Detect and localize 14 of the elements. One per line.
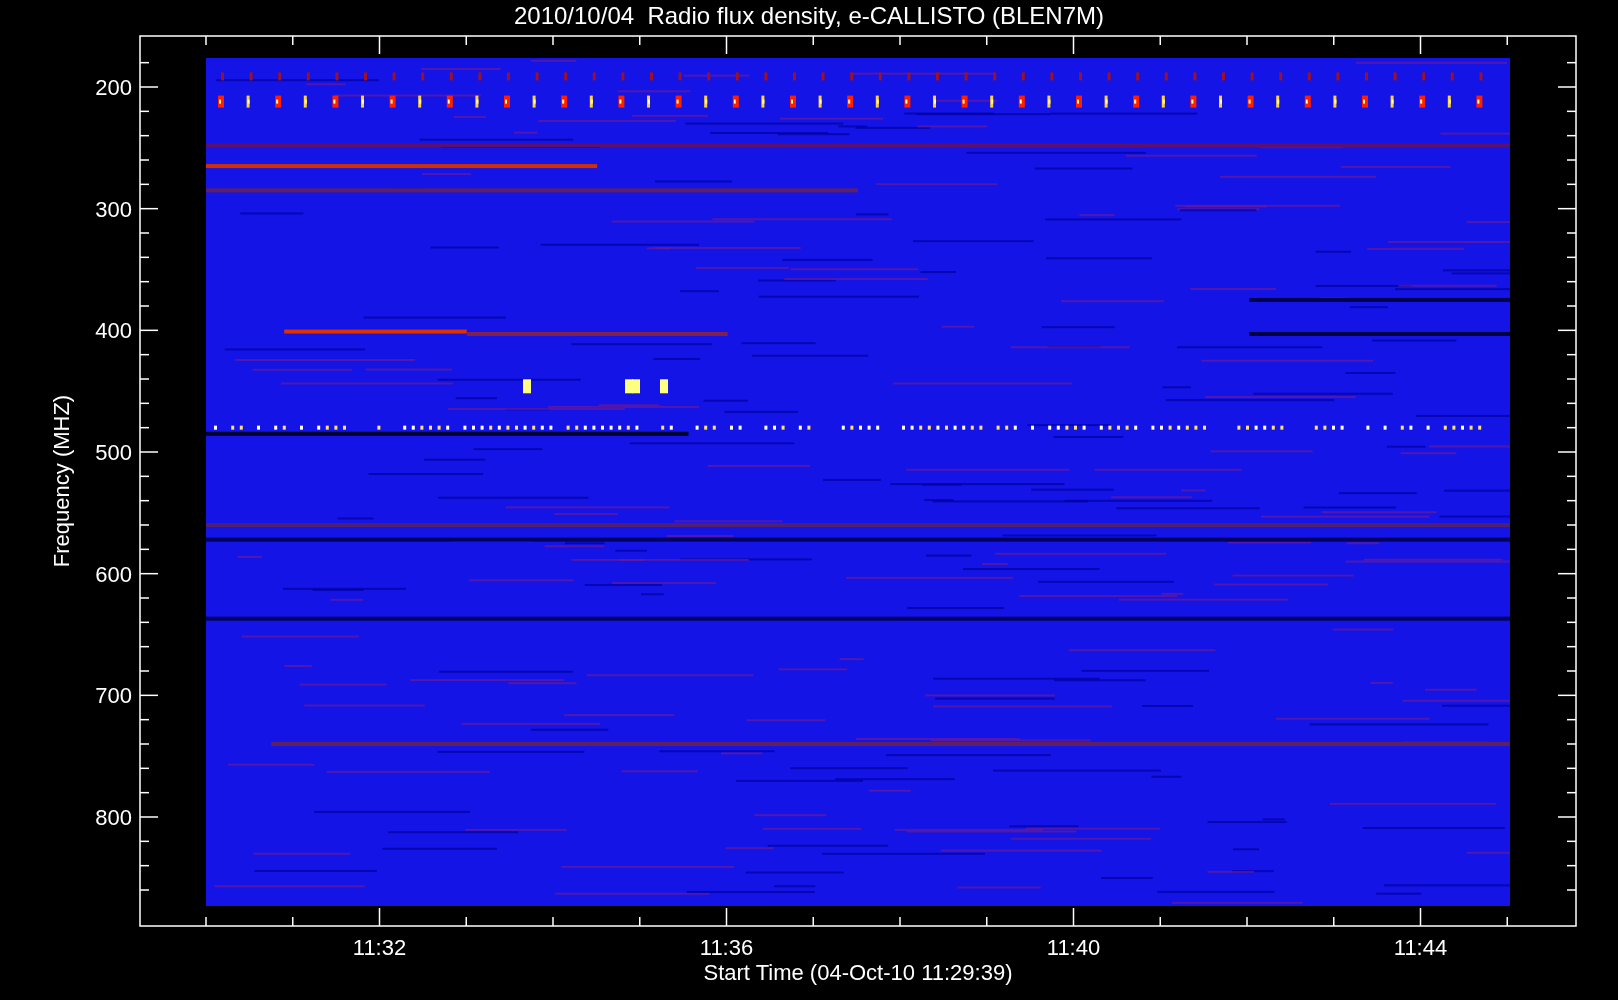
x-axis-label: Start Time (04-Oct-10 11:29:39) <box>703 960 1013 985</box>
x-tick-label: 11:44 <box>1393 935 1448 960</box>
y-tick-label: 300 <box>95 196 132 222</box>
x-tick-label: 11:40 <box>1046 935 1101 960</box>
y-tick-label: 200 <box>95 75 132 100</box>
x-tick-label: 11:32 <box>352 935 407 960</box>
chart-title: 2010/10/04 Radio flux density, e-CALLISTO (BLEN7M) <box>513 2 1105 29</box>
y-tick-label: 800 <box>95 805 132 830</box>
y-tick-label: 400 <box>95 318 132 344</box>
y-tick-label: 500 <box>95 440 132 465</box>
y-axis-label: Frequency (MHZ) <box>49 394 74 568</box>
x-tick-label: 11:36 <box>699 935 754 960</box>
y-tick-label: 700 <box>95 683 132 709</box>
y-tick-label: 600 <box>95 561 132 587</box>
